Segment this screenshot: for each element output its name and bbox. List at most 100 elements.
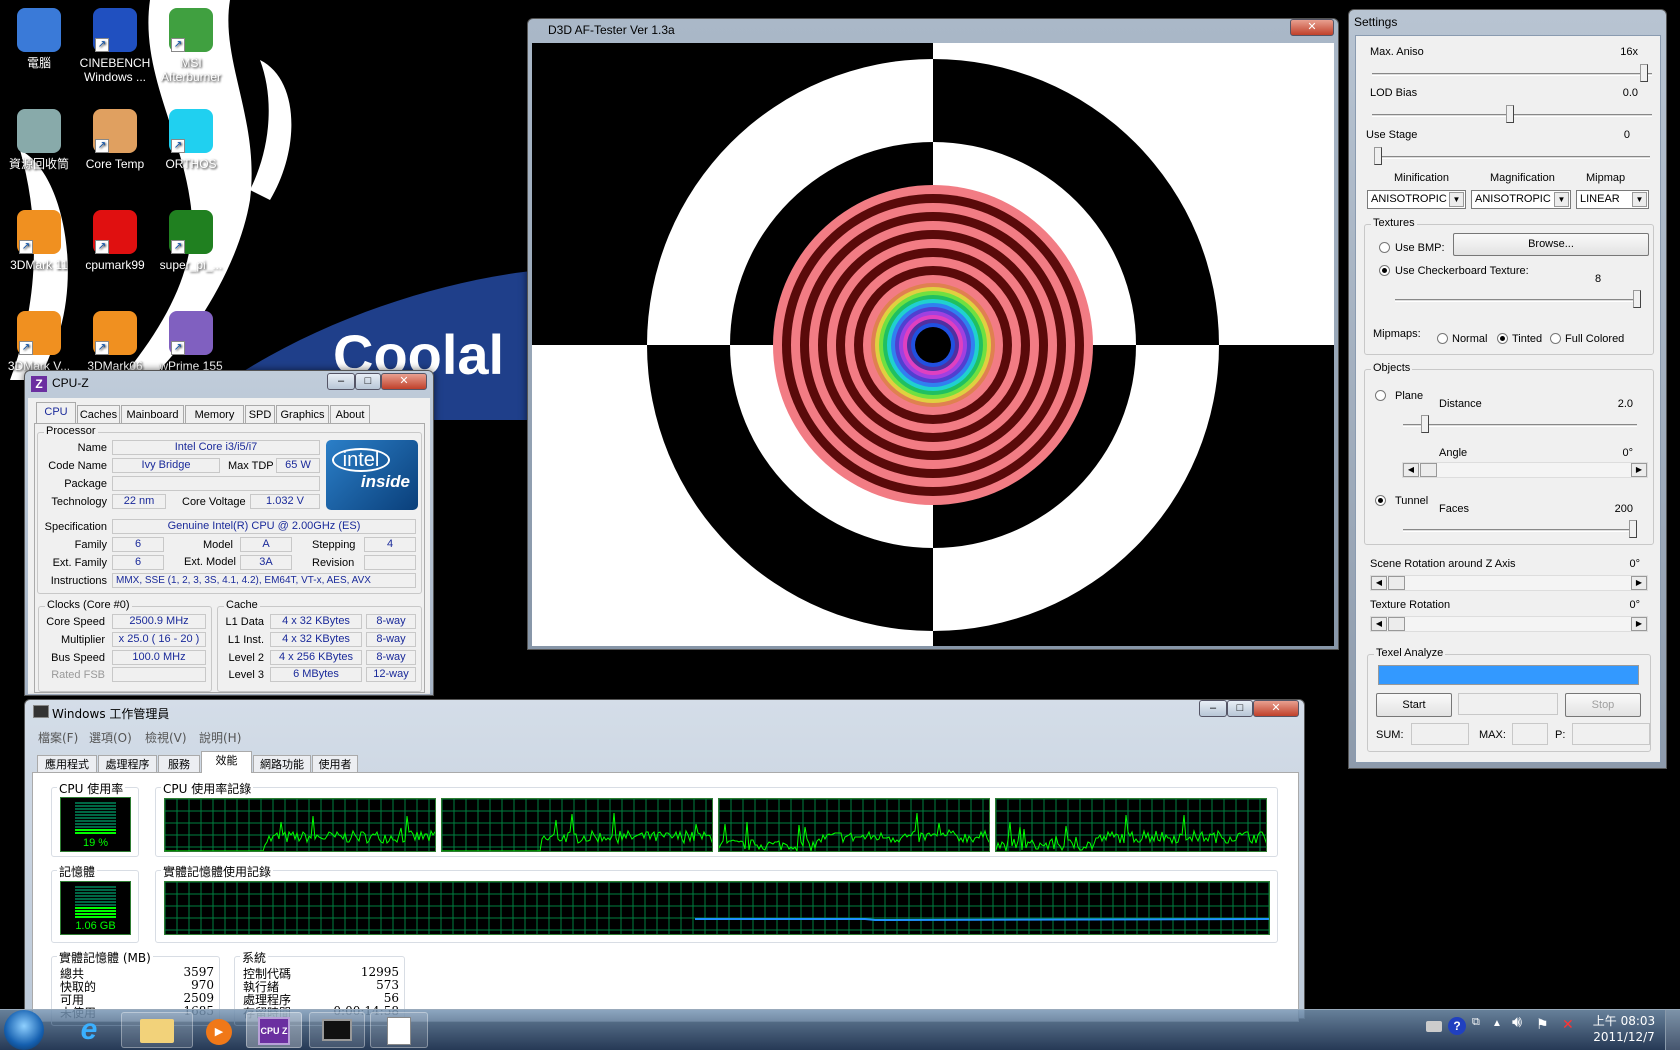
mipmaps-full-colored-radio[interactable] xyxy=(1550,333,1561,344)
show-hidden-icons-icon[interactable]: ▲ xyxy=(1492,1018,1502,1029)
arrow-left-icon[interactable]: ◀ xyxy=(1371,576,1387,590)
max-tdp-field: 65 W xyxy=(276,458,320,473)
menu-item[interactable]: 檔案(F) xyxy=(38,729,78,746)
desktop-icon[interactable]: ↗ 3DMark06 xyxy=(76,311,154,373)
distance-thumb[interactable] xyxy=(1421,415,1429,433)
minification-select[interactable]: ANISOTROPIC ▼ xyxy=(1367,190,1466,209)
network-disconnected-icon[interactable]: ✕ xyxy=(1562,1016,1574,1033)
show-desktop-button[interactable] xyxy=(1665,1010,1680,1050)
start-button[interactable] xyxy=(4,1010,44,1050)
ext-model-label: Ext. Model xyxy=(184,556,236,568)
desktop-icon[interactable]: ↗ super_pi_... xyxy=(152,210,230,272)
texture-rotation-scrollbar[interactable]: ◀ ▶ xyxy=(1370,616,1648,632)
tab-performance-5[interactable]: 使用者 xyxy=(312,755,358,773)
desktop-icon[interactable]: ↗ wPrime 155 xyxy=(152,311,230,373)
mipmap-select[interactable]: LINEAR ▼ xyxy=(1576,190,1649,209)
tunnel-radio[interactable] xyxy=(1375,495,1386,506)
help-icon[interactable]: ? xyxy=(1448,1017,1466,1035)
tab-performance-3[interactable]: 效能 xyxy=(201,751,252,773)
distance-slider[interactable] xyxy=(1403,424,1637,427)
desktop-icon[interactable]: ↗ CINEBENCH Windows ... xyxy=(76,8,154,84)
meter-bar xyxy=(75,916,116,918)
browse-button[interactable]: Browse... xyxy=(1453,233,1649,256)
menu-item[interactable]: 檢視(V) xyxy=(145,729,187,746)
tab-performance-2[interactable]: 服務 xyxy=(158,755,200,773)
revision-field xyxy=(364,555,416,570)
arrow-left-icon[interactable]: ◀ xyxy=(1403,463,1419,477)
desktop-icon[interactable]: ↗ MSI Afterburner xyxy=(152,8,230,84)
desktop-icon[interactable]: ↗ Core Temp xyxy=(76,109,154,171)
texture-rotation-thumb[interactable] xyxy=(1388,617,1405,631)
angle-scroll-thumb[interactable] xyxy=(1420,463,1437,477)
shortcut-arrow-icon: ↗ xyxy=(171,139,185,153)
max-tdp-label: Max TDP xyxy=(228,460,274,472)
arrow-left-icon[interactable]: ◀ xyxy=(1371,617,1387,631)
intel-logo-text: intel xyxy=(332,448,390,472)
close-button[interactable]: ✕ xyxy=(381,373,427,390)
mipmaps-tinted-radio[interactable] xyxy=(1497,333,1508,344)
plane-radio[interactable] xyxy=(1375,390,1386,401)
desktop-icon[interactable]: ↗ cpumark99 xyxy=(76,210,154,272)
close-button[interactable]: ✕ xyxy=(1253,700,1299,717)
tab-performance-1[interactable]: 處理程序 xyxy=(98,755,157,773)
maximize-button[interactable]: □ xyxy=(355,373,381,390)
use-stage-slider[interactable] xyxy=(1374,156,1650,159)
desktop-icon[interactable]: ↗ 3DMark 11 xyxy=(0,210,78,272)
maximize-button[interactable]: □ xyxy=(1227,700,1253,717)
use-checkerboard-radio[interactable] xyxy=(1379,265,1390,276)
close-button[interactable]: ✕ xyxy=(1290,19,1334,36)
menu-item[interactable]: 說明(H) xyxy=(199,729,241,746)
desktop-icon[interactable]: 資源回收筒 xyxy=(0,109,78,171)
lod-bias-thumb[interactable] xyxy=(1506,105,1514,123)
meter-bar xyxy=(75,826,116,828)
clock[interactable]: 上午 08:03 2011/12/7 xyxy=(1588,1013,1660,1045)
tab-graphics[interactable]: Graphics xyxy=(276,405,329,423)
tab-cpu[interactable]: CPU xyxy=(36,402,76,423)
faces-slider[interactable] xyxy=(1403,529,1637,532)
minimize-button[interactable]: – xyxy=(1199,700,1227,717)
faces-thumb[interactable] xyxy=(1629,520,1637,538)
internet-explorer-icon[interactable]: e xyxy=(72,1014,106,1046)
magnification-select[interactable]: ANISOTROPIC ▼ xyxy=(1471,190,1571,209)
use-bmp-radio[interactable] xyxy=(1379,242,1390,253)
scene-rotation-scrollbar[interactable]: ◀ ▶ xyxy=(1370,575,1648,591)
arrow-right-icon[interactable]: ▶ xyxy=(1631,617,1647,631)
max-aniso-thumb[interactable] xyxy=(1640,64,1648,82)
action-center-flag-icon[interactable]: ⚑ xyxy=(1536,1016,1549,1033)
arrow-right-icon[interactable]: ▶ xyxy=(1631,576,1647,590)
tab-mainboard[interactable]: Mainboard xyxy=(121,405,184,423)
tab-performance-4[interactable]: 網路功能 xyxy=(253,755,311,773)
taskbar-explorer[interactable] xyxy=(121,1012,193,1048)
minimize-button[interactable]: – xyxy=(327,373,355,390)
keyboard-icon[interactable] xyxy=(1426,1021,1442,1032)
stop-button[interactable]: Stop xyxy=(1565,693,1641,717)
cache-assoc-field: 12-way xyxy=(366,667,416,682)
taskbar-cpuz[interactable]: CPU Z xyxy=(246,1012,302,1048)
tab-about[interactable]: About xyxy=(330,405,370,423)
scene-rotation-thumb[interactable] xyxy=(1388,576,1405,590)
taskbar-aftester[interactable] xyxy=(370,1012,428,1048)
language-bar-icon[interactable]: ⧉ xyxy=(1472,1016,1480,1029)
start-button[interactable]: Start xyxy=(1376,693,1452,717)
desktop-icon[interactable]: 電腦 xyxy=(0,8,78,70)
tab-caches[interactable]: Caches xyxy=(77,405,120,423)
desktop-icon-label: 3DMark 11 xyxy=(10,258,68,272)
use-stage-thumb[interactable] xyxy=(1374,147,1382,165)
tab-performance-0[interactable]: 應用程式 xyxy=(37,755,97,773)
menu-item[interactable]: 選項(O) xyxy=(89,729,132,746)
angle-scrollbar[interactable]: ◀ ▶ xyxy=(1402,462,1648,478)
speaker-icon[interactable]: 🔊︎ xyxy=(1512,1014,1522,1032)
taskbar-media-player[interactable]: ▶ xyxy=(195,1012,243,1048)
taskbar-task-manager[interactable] xyxy=(309,1012,365,1048)
checkerboard-slider[interactable] xyxy=(1395,299,1641,302)
cache-assoc-field: 8-way xyxy=(366,632,416,647)
desktop-icon[interactable]: ↗ 3DMark V... xyxy=(0,311,78,373)
checkerboard-thumb[interactable] xyxy=(1633,290,1641,308)
desktop-icon[interactable]: ↗ ORTHOS xyxy=(152,109,230,171)
tab-memory[interactable]: Memory xyxy=(185,405,244,423)
max-aniso-slider[interactable] xyxy=(1372,73,1652,76)
arrow-right-icon[interactable]: ▶ xyxy=(1631,463,1647,477)
tab-spd[interactable]: SPD xyxy=(245,405,275,423)
aftester-render-view[interactable] xyxy=(532,43,1334,646)
mipmaps-normal-radio[interactable] xyxy=(1437,333,1448,344)
